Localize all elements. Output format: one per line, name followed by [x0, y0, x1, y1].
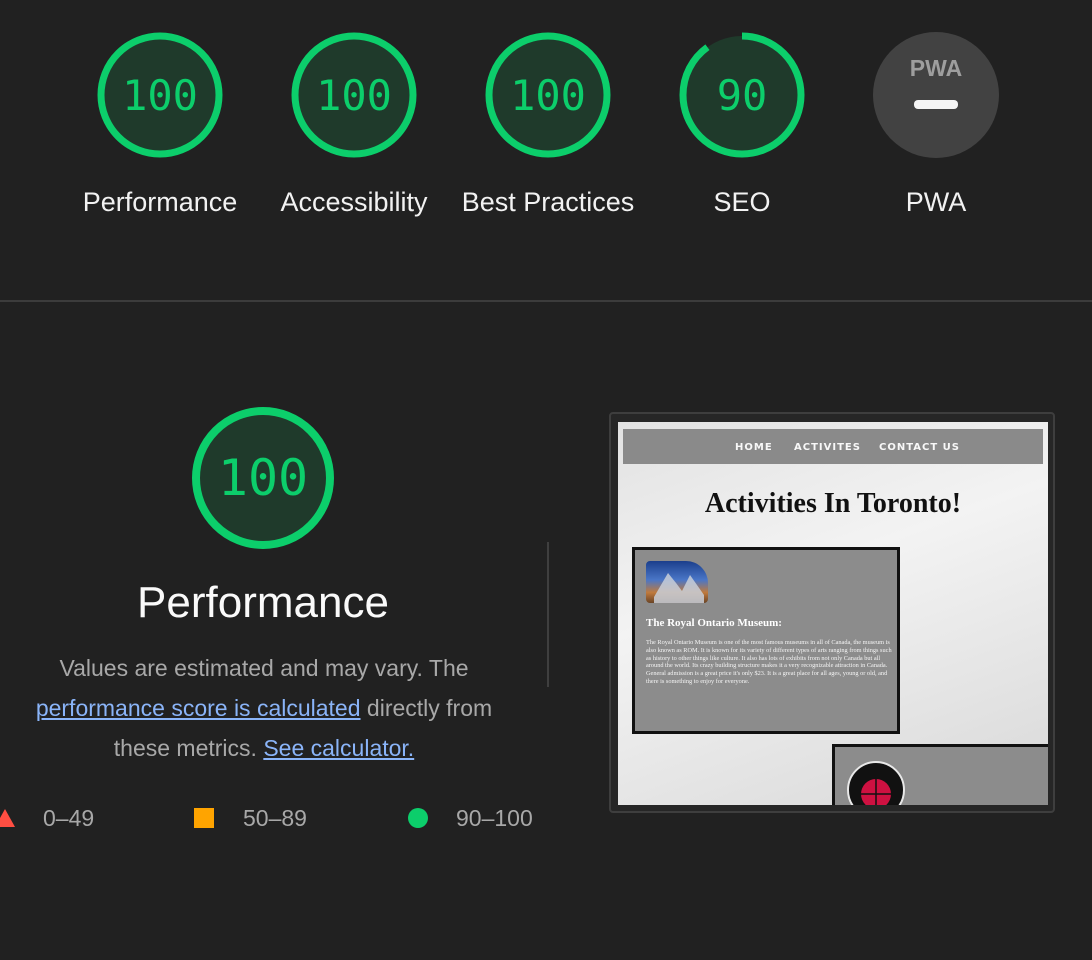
- pwa-label: PWA: [905, 187, 967, 217]
- raptors-logo-icon: [847, 761, 905, 805]
- vertical-divider: [547, 542, 549, 687]
- square-icon: [194, 808, 214, 828]
- rom-image: [646, 561, 708, 603]
- legend-fail-range: 0–49: [43, 805, 95, 831]
- performance-main-gauge: 100: [190, 405, 336, 551]
- seo-gauge[interactable]: 90: [677, 30, 807, 160]
- nav-contact-us: CONTACT US: [879, 442, 960, 453]
- description-text: Values are estimated and may vary. The: [59, 655, 469, 681]
- score-calculation-link[interactable]: performance score is calculated: [36, 695, 361, 721]
- final-screenshot[interactable]: HOME ACTIVITES CONTACT US Activities In …: [618, 422, 1048, 805]
- rom-card: The Royal Ontario Museum: The Royal Onta…: [632, 547, 900, 734]
- section-divider: [0, 300, 1092, 302]
- raptors-card: [832, 744, 1048, 805]
- site-navbar: HOME ACTIVITES CONTACT US: [623, 429, 1043, 464]
- performance-main-score: 100: [217, 449, 309, 507]
- legend-pass-range: 90–100: [456, 805, 533, 831]
- accessibility-score: 100: [316, 70, 392, 120]
- nav-activites: ACTIVITES: [794, 442, 861, 453]
- performance-label: Performance: [82, 187, 238, 217]
- pwa-gauge[interactable]: PWA: [871, 30, 1001, 160]
- best-practices-gauge[interactable]: 100: [483, 30, 613, 160]
- pwa-badge-icon: PWA: [873, 32, 999, 158]
- rom-building-icon: [654, 573, 704, 603]
- pwa-badge-text: PWA: [910, 55, 962, 81]
- nav-home: HOME: [735, 442, 773, 453]
- seo-score: 90: [716, 70, 768, 120]
- performance-title: Performance: [137, 578, 389, 627]
- triangle-icon: [0, 809, 15, 827]
- seo-label: SEO: [713, 187, 771, 217]
- accessibility-label: Accessibility: [280, 187, 428, 217]
- see-calculator-link[interactable]: See calculator.: [263, 735, 414, 761]
- best-practices-label: Best Practices: [461, 187, 635, 217]
- performance-score: 100: [122, 70, 198, 120]
- rom-title: The Royal Ontario Museum:: [646, 617, 782, 629]
- basketball-icon: [861, 779, 891, 805]
- rom-description: The Royal Ontario Museum is one of the m…: [646, 639, 892, 685]
- circle-icon: [408, 808, 428, 828]
- legend-average-range: 50–89: [243, 805, 307, 831]
- best-practices-score: 100: [510, 70, 586, 120]
- performance-gauge[interactable]: 100: [95, 30, 225, 160]
- performance-description: Values are estimated and may vary. The p…: [12, 648, 516, 768]
- site-title: Activities In Toronto!: [704, 488, 962, 519]
- accessibility-gauge[interactable]: 100: [289, 30, 419, 160]
